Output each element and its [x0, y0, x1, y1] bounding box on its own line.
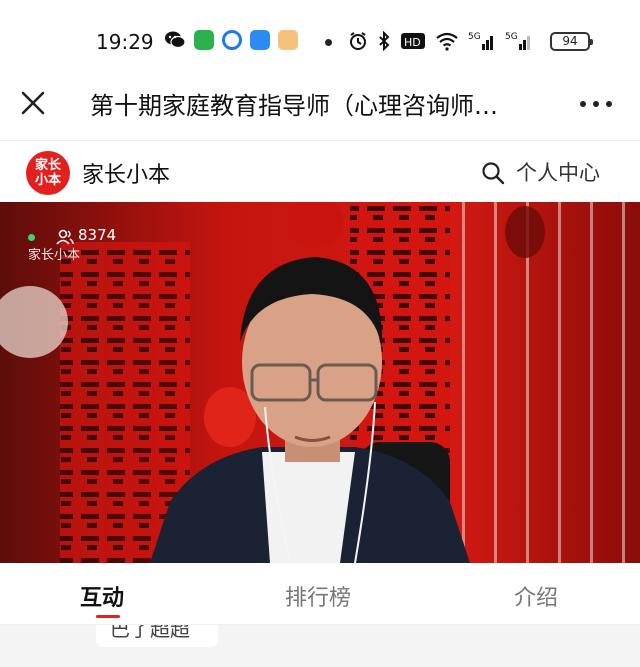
- interaction-feed[interactable]: 巴了超超: [0, 625, 640, 667]
- wifi-icon: [436, 32, 458, 51]
- svg-text:5G: 5G: [468, 32, 481, 42]
- personal-center-link[interactable]: 个人中心: [516, 157, 600, 187]
- app-blue-square-icon: [250, 30, 270, 50]
- active-tab-indicator: [96, 615, 120, 618]
- tab-bar: 互动 排行榜 介绍: [0, 563, 640, 625]
- brand-logo[interactable]: 家长 小本: [26, 151, 70, 195]
- app-header: 家长 小本 家长小本 个人中心: [0, 140, 640, 202]
- more-horizontal-icon[interactable]: [577, 98, 615, 110]
- status-time: 19:29: [96, 30, 154, 54]
- live-video-player[interactable]: 8374 家长小本: [0, 202, 640, 563]
- more-notifications-dot: [325, 39, 332, 46]
- message-chip-text: 巴了超超: [110, 625, 190, 641]
- brand-name[interactable]: 家长小本: [82, 157, 170, 189]
- wechat-icon: [165, 31, 186, 49]
- signal-5g-icon: 5G: [468, 32, 493, 50]
- close-icon[interactable]: [16, 86, 50, 120]
- svg-text:5G: 5G: [505, 32, 518, 42]
- bluetooth-icon: [379, 31, 390, 51]
- title-bar: 第十期家庭教育指导师（心理咨询师…: [0, 76, 640, 138]
- app-blue-circle-icon: [222, 30, 242, 50]
- app-green-icon: [194, 30, 214, 50]
- tab-interaction[interactable]: 互动: [80, 580, 124, 612]
- tab-ranking[interactable]: 排行榜: [285, 580, 351, 612]
- battery-indicator: 94: [550, 32, 593, 51]
- hd-icon: HD: [401, 33, 425, 49]
- page-title: 第十期家庭教育指导师（心理咨询师…: [90, 92, 498, 120]
- live-indicator-dot: [28, 234, 35, 241]
- video-frame: [0, 202, 640, 563]
- signal-5g-2-icon: 5G: [505, 32, 530, 50]
- svg-text:HD: HD: [404, 36, 421, 49]
- alarm-icon: [350, 32, 366, 50]
- viewer-count: 8374: [78, 226, 117, 244]
- notification-icons: [164, 30, 298, 50]
- status-bar: 19:29 HD 5G 5G 94: [0, 0, 640, 76]
- search-icon[interactable]: [481, 161, 505, 185]
- app-avatar-icon: [278, 30, 298, 50]
- tab-introduction[interactable]: 介绍: [514, 580, 558, 612]
- system-icons: HD 5G 5G: [348, 30, 533, 52]
- video-watermark: 家长小本: [28, 248, 81, 263]
